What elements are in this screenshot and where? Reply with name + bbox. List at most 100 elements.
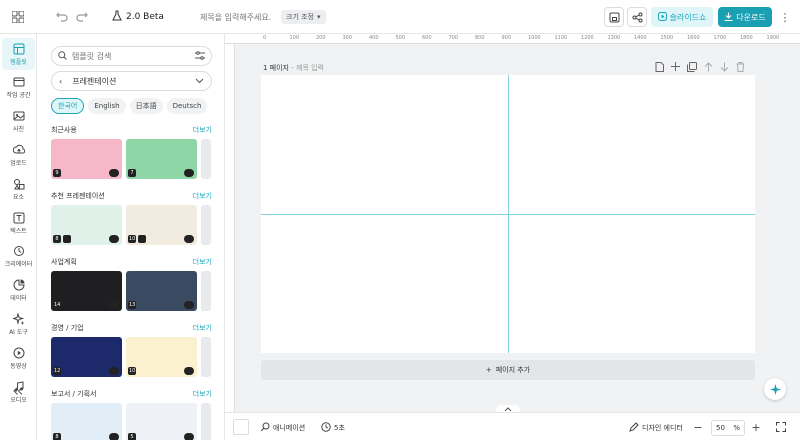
section-title: 추천 프레젠테이션 [51, 192, 105, 200]
nav-label: 사진 [12, 126, 25, 134]
template-thumbnail-partial[interactable] [201, 205, 211, 245]
page-count-badge: 7 [128, 169, 136, 177]
version-label[interactable]: 2.0 Beta [112, 10, 164, 24]
template-thumbnail-partial[interactable] [201, 271, 211, 311]
category-dropdown[interactable]: ‹ 프레젠테이션 [51, 71, 212, 91]
zoom-input[interactable]: 50 % [711, 420, 745, 436]
video-badge-icon [63, 235, 71, 243]
template-thumbnail[interactable]: 14 [51, 271, 122, 311]
zoom-in-icon[interactable]: + [749, 420, 763, 434]
ruler-tick-label: 1100 [554, 35, 568, 41]
filter-icon[interactable] [195, 50, 205, 62]
template-thumbnail[interactable]: 8 [51, 403, 122, 440]
duplicate-icon[interactable] [687, 62, 697, 74]
page-count-badge: 8 [53, 235, 61, 243]
fullscreen-icon[interactable] [774, 420, 788, 434]
plus-icon: + [485, 366, 492, 374]
more-link[interactable]: 더보기 [193, 323, 212, 333]
more-link[interactable]: 더보기 [193, 125, 212, 135]
template-search-input[interactable] [72, 51, 190, 61]
resize-button[interactable]: 크기 조정 ▾ [281, 10, 326, 24]
nav-item-text[interactable]: 텍스트 [2, 207, 35, 239]
save-button[interactable] [604, 7, 624, 27]
more-link[interactable]: 더보기 [193, 191, 212, 201]
template-thumbnail-partial[interactable] [201, 337, 211, 377]
ruler-tick-label: 1000 [528, 35, 541, 41]
ruler-tick-label: 1700 [713, 35, 727, 41]
nav-item-template[interactable]: 템플릿 [2, 38, 35, 70]
nav-label: 텍스트 [10, 227, 27, 235]
share-button[interactable] [627, 7, 647, 27]
design-editor-button[interactable]: 디자인 에디터 [629, 422, 683, 434]
pen-icon [629, 422, 639, 434]
premium-crown-icon [109, 235, 119, 243]
template-thumbnail[interactable]: 5 [126, 403, 197, 440]
page-count-badge: 13 [128, 301, 137, 309]
template-search-box[interactable] [51, 46, 212, 66]
add-page-button[interactable]: + 페이지 추가 [261, 360, 755, 380]
collapse-panel-icon[interactable] [11, 384, 25, 398]
grid-menu-icon[interactable] [10, 9, 26, 25]
zoom-out-icon[interactable]: − [691, 420, 705, 434]
page-count-badge: 14 [53, 301, 62, 309]
template-panel: ‹ 프레젠테이션 한국어 English 日本語 Deutsch 최근사용더보기… [37, 34, 225, 440]
nav-item-creator[interactable]: 크리에이터 [2, 241, 35, 273]
template-thumbnail[interactable]: 8 [51, 205, 122, 245]
workspace-icon [13, 77, 24, 87]
ruler-tick-label: 400 [369, 35, 379, 41]
download-button[interactable]: 다운로드 [718, 7, 772, 27]
nav-item-ai-tools[interactable]: AI 도구 [2, 308, 35, 340]
page-thumbnail[interactable] [233, 419, 249, 435]
chevron-left-icon[interactable]: ‹ [59, 77, 62, 86]
ruler-tick-label: 0 [263, 35, 267, 41]
template-thumbnail[interactable]: 10 [126, 205, 197, 245]
nav-item-photo[interactable]: 사진 [2, 106, 35, 138]
zoom-unit: % [733, 424, 740, 432]
undo-icon[interactable] [54, 9, 70, 25]
nav-item-data[interactable]: 데이터 [2, 275, 35, 307]
template-thumbnail[interactable]: 13 [126, 271, 197, 311]
new-page-icon[interactable] [655, 62, 664, 74]
page-count-badge: 9 [53, 169, 61, 177]
move-down-icon[interactable] [720, 62, 729, 74]
redo-icon[interactable] [74, 9, 90, 25]
page-label[interactable]: 1 페이지 - 제목 입력 [263, 63, 324, 73]
more-menu-icon[interactable]: ⋮ [776, 7, 794, 27]
page-count-badge: 12 [53, 367, 62, 375]
animation-label: 애니메이션 [273, 424, 306, 432]
animation-button[interactable]: 애니메이션 [260, 422, 305, 434]
nav-label: 업로드 [10, 159, 27, 167]
nav-item-video[interactable]: 동영상 [2, 342, 35, 374]
elements-icon [13, 178, 24, 190]
template-thumbnail-partial[interactable] [201, 139, 211, 179]
nav-item-upload[interactable]: 업로드 [2, 139, 35, 171]
lang-chip-korean[interactable]: 한국어 [51, 98, 85, 114]
duration-button[interactable]: 5초 [321, 422, 345, 434]
page-title-placeholder[interactable]: 제목 입력 [296, 64, 324, 72]
nav-label: AI 도구 [9, 328, 28, 336]
lang-chip-english[interactable]: English [88, 98, 126, 114]
slide-page[interactable] [261, 75, 755, 353]
lang-chip-japanese[interactable]: 日本語 [129, 98, 163, 114]
move-up-icon[interactable] [704, 62, 713, 74]
premium-crown-icon [184, 367, 194, 375]
trash-icon[interactable] [736, 62, 745, 74]
template-thumbnail[interactable]: 12 [51, 337, 122, 377]
page-count-badge: 10 [128, 235, 137, 243]
template-thumbnail[interactable]: 7 [126, 139, 197, 179]
add-icon[interactable] [671, 62, 680, 74]
slideshow-button[interactable]: 슬라이드쇼 [651, 7, 713, 27]
template-thumbnail[interactable]: 10 [126, 337, 197, 377]
more-link[interactable]: 더보기 [193, 257, 212, 267]
more-link[interactable]: 더보기 [193, 389, 212, 399]
ruler-tick-label: 1300 [607, 35, 621, 41]
template-thumbnail-partial[interactable] [201, 403, 211, 440]
lang-chip-german[interactable]: Deutsch [166, 98, 208, 114]
nav-item-workspace[interactable]: 작업 공간 [2, 72, 35, 104]
ai-sparkle-button[interactable] [764, 378, 786, 400]
left-nav: 템플릿 작업 공간 사진 업로드 요소 텍스트 크리에이터 데이터 AI 도구 동영상 오디오 [0, 34, 37, 440]
nav-item-elements[interactable]: 요소 [2, 173, 35, 205]
template-thumbnail[interactable]: 9 [51, 139, 122, 179]
text-icon [13, 212, 24, 223]
premium-crown-icon [109, 301, 119, 309]
